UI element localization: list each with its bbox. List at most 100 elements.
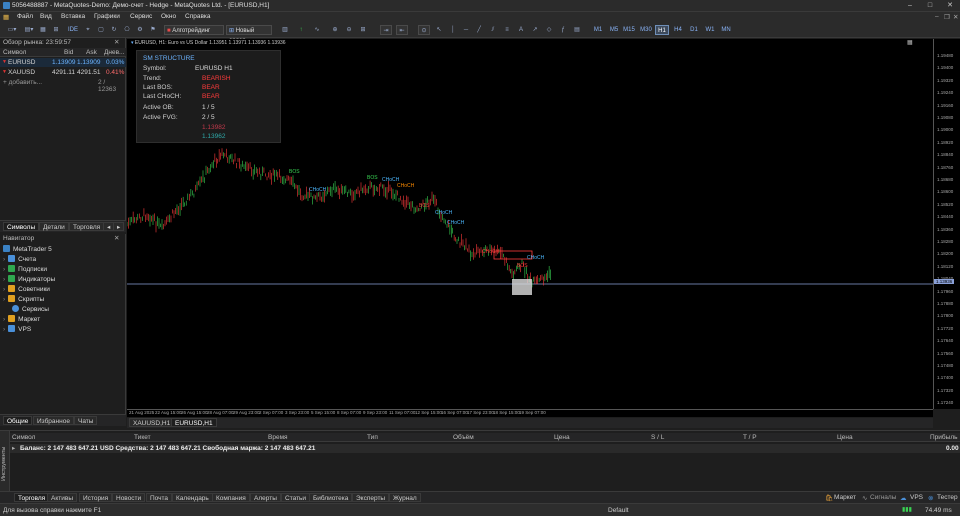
navigator-item-vps[interactable]: › VPS (3, 325, 31, 334)
vps-link[interactable]: VPS (910, 494, 923, 501)
tab-mail[interactable]: Почта (146, 493, 173, 502)
autoscroll-icon[interactable]: ⇥ (380, 25, 392, 35)
navigator-item-services[interactable]: Сервисы (12, 305, 49, 314)
tabs-next-icon[interactable]: ▸ (113, 222, 125, 231)
tab-journal[interactable]: Журнал (389, 493, 421, 502)
horizontal-line-icon[interactable]: ─ (461, 25, 471, 35)
col-daily-change[interactable]: Днев... (104, 49, 124, 56)
tab-alerts[interactable]: Алерты (250, 493, 281, 502)
add-symbol-link[interactable]: + добавить... (3, 79, 42, 86)
price-axis[interactable]: 1.19480 1.19400 1.19320 1.19240 1.19160 1.190… (933, 39, 960, 409)
ide-icon[interactable]: IDE (66, 25, 80, 35)
col-ticket[interactable]: Тикет (134, 434, 151, 441)
navigator-item-market[interactable]: › Маркет (3, 315, 40, 324)
strategy-tester-icon[interactable]: ↻ (109, 25, 119, 35)
market-link[interactable]: Маркет (834, 494, 856, 501)
menu-help[interactable]: Справка (185, 13, 211, 20)
fibonacci-icon[interactable]: ≡ (502, 25, 512, 35)
col-volume[interactable]: Объём (453, 434, 474, 441)
tab-experts[interactable]: Эксперты (352, 493, 390, 502)
tab-news[interactable]: Новости (112, 493, 146, 502)
tab-trading[interactable]: Торговля (69, 222, 105, 231)
toolbox-icon[interactable]: ▢ (96, 25, 106, 35)
navigator-root[interactable]: MetaTrader 5 (3, 245, 52, 254)
app-menu-icon[interactable]: ▦ (3, 13, 9, 21)
maximize-icon[interactable]: □ (925, 1, 935, 11)
navigator-item-accounts[interactable]: › Счета (3, 255, 36, 264)
tab-symbols[interactable]: Символы (3, 222, 40, 231)
new-order-button[interactable]: ⊞ Новый ордер (226, 25, 272, 44)
tab-assets[interactable]: Активы (47, 493, 77, 502)
menu-window[interactable]: Окно (161, 13, 176, 20)
col-symbol[interactable]: Символ (12, 434, 35, 441)
shapes-icon[interactable]: ◇ (544, 25, 554, 35)
menu-view[interactable]: Вид (40, 13, 52, 20)
timeframe-h1[interactable]: H1 (655, 25, 669, 35)
inner-minimize-icon[interactable]: – (935, 13, 939, 20)
col-bid[interactable]: Bid (64, 49, 73, 56)
tab-history[interactable]: История (79, 493, 113, 502)
tab-calendar[interactable]: Календарь (172, 493, 213, 502)
col-symbol[interactable]: Символ (3, 49, 26, 56)
menu-tools[interactable]: Сервис (130, 13, 152, 20)
market-depth-icon[interactable]: ▥ (280, 25, 290, 35)
terminal-icon[interactable]: ⎔ (122, 25, 132, 35)
oscillator-icon[interactable]: ∿ (312, 25, 322, 35)
tab-details[interactable]: Детали (39, 222, 69, 231)
col-sl[interactable]: S / L (651, 434, 664, 441)
tab-general[interactable]: Общие (3, 416, 33, 425)
chart-shift-icon[interactable]: ⇤ (396, 25, 408, 35)
col-profit[interactable]: Прибыль (930, 434, 958, 441)
menu-file[interactable]: Файл (17, 13, 33, 20)
chart-tab-eurusd[interactable]: EURUSD,H1 (171, 418, 217, 427)
settings-icon[interactable]: ⚙ (135, 25, 145, 35)
timeframe-m15[interactable]: M15 (622, 25, 636, 35)
col-price[interactable]: Цена (554, 434, 570, 441)
tab-chats[interactable]: Чаты (74, 416, 98, 425)
col-tp[interactable]: T / P (743, 434, 757, 441)
timeframe-w1[interactable]: W1 (703, 25, 717, 35)
vertical-line-icon[interactable]: │ (448, 25, 458, 35)
indicators-icon[interactable]: ƒ (558, 25, 568, 35)
profiles-icon[interactable]: ▤▾ (22, 25, 36, 35)
market-watch-close-icon[interactable]: ✕ (114, 38, 119, 46)
close-icon[interactable]: ✕ (945, 1, 955, 11)
time-axis[interactable]: 21 Aug 2025 22 Aug 15:00 26 Aug 15:00 28 Au… (127, 409, 933, 417)
market-icon[interactable]: 🛍 (825, 494, 833, 502)
inner-restore-icon[interactable]: ❐ (944, 13, 950, 21)
chart-tab-xauusd[interactable]: XAUUSD,H1 (129, 418, 175, 427)
vps-icon[interactable]: ☁ (900, 494, 907, 502)
timeframe-mn[interactable]: MN (719, 25, 733, 35)
channel-icon[interactable]: ⫽ (488, 25, 498, 35)
timeframe-m30[interactable]: M30 (639, 25, 653, 35)
tester-link[interactable]: Тестер (937, 494, 958, 501)
timeframe-d1[interactable]: D1 (687, 25, 701, 35)
trendline-icon[interactable]: ╱ (474, 25, 484, 35)
algotrading-button[interactable]: ■ Алготрейдинг (164, 25, 224, 35)
table-row[interactable]: ▼ XAUUSD 4291.11 4291.51 0.41% (0, 68, 126, 77)
timeframe-m1[interactable]: M1 (591, 25, 605, 35)
navigator-item-subscriptions[interactable]: › Подписки (3, 265, 47, 274)
col-ask[interactable]: Ask (86, 49, 97, 56)
col-type[interactable]: Тип (367, 434, 378, 441)
text-tool-icon[interactable]: A (516, 25, 526, 35)
signals-icon[interactable]: ∿ (862, 494, 867, 502)
timeframe-h4[interactable]: H4 (671, 25, 685, 35)
signals-link[interactable]: Сигналы (870, 494, 896, 501)
col-current-price[interactable]: Цена (837, 434, 853, 441)
data-window-icon[interactable]: ⌖ (83, 25, 93, 35)
col-time[interactable]: Время (268, 434, 288, 441)
signals-icon[interactable]: ⚑ (148, 25, 158, 35)
balance-row[interactable]: ▸ Баланс: 2 147 483 647.21 USD Средства:… (10, 444, 960, 453)
menu-charts[interactable]: Графики (94, 13, 120, 20)
zoom-out-icon[interactable]: ⊖ (344, 25, 354, 35)
zoom-in-icon[interactable]: ⊕ (330, 25, 340, 35)
cursor-icon[interactable]: ↖ (434, 25, 444, 35)
menu-insert[interactable]: Вставка (61, 13, 85, 20)
tab-favorites[interactable]: Избранное (33, 416, 74, 425)
tab-trade[interactable]: Торговля (14, 493, 50, 502)
timeframe-m5[interactable]: M5 (607, 25, 621, 35)
market-watch-icon[interactable]: ▦ (38, 25, 48, 35)
new-chart-icon[interactable]: ▭▾ (4, 25, 20, 35)
navigator-close-icon[interactable]: ✕ (114, 234, 119, 242)
